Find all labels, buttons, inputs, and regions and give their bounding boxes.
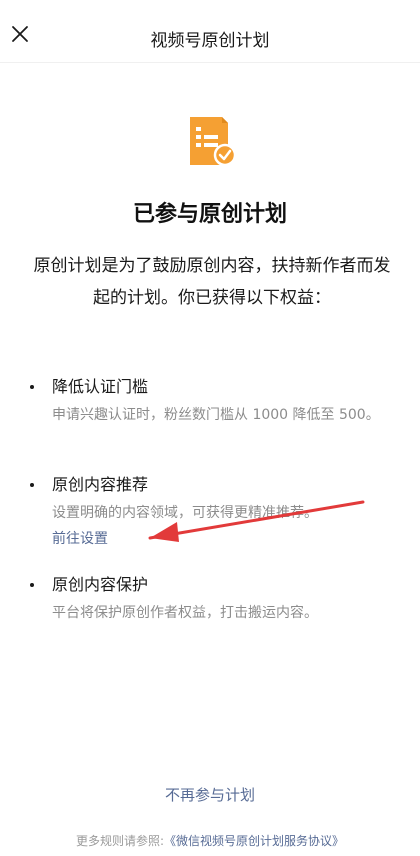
annotation-arrow-icon bbox=[148, 500, 365, 542]
benefit-title: 原创内容保护 bbox=[52, 575, 149, 594]
go-to-settings-link[interactable]: 前往设置 bbox=[52, 528, 108, 550]
footer-prefix: 更多规则请参照: bbox=[75, 834, 165, 848]
benefit-title: 原创内容推荐 bbox=[52, 475, 149, 494]
intro-text: 原创计划是为了鼓励原创内容，扶持新作者而发起的计划。你已获得以下权益： bbox=[33, 256, 391, 308]
original-certificate-icon bbox=[190, 117, 237, 167]
bullet-dot bbox=[30, 583, 34, 587]
benefit-description: 平台将保护原创作者权益，打击搬运内容。 bbox=[52, 605, 318, 621]
benefit-description: 申请兴趣认证时，粉丝数门槛从 1000 降低至 500。 bbox=[52, 407, 380, 423]
page-title: 视频号原创计划 bbox=[150, 31, 270, 51]
bullet-dot bbox=[30, 483, 34, 487]
quit-plan-button[interactable]: 不再参与计划 bbox=[0, 784, 420, 805]
header-divider bbox=[0, 62, 420, 63]
footer-rules: 更多规则请参照:《微信视频号原创计划服务协议》 bbox=[0, 832, 420, 849]
bullet-dot bbox=[30, 385, 34, 389]
benefit-title: 降低认证门槛 bbox=[52, 377, 149, 396]
status-heading: 已参与原创计划 bbox=[132, 202, 287, 227]
service-agreement-link[interactable]: 《微信视频号原创计划服务协议》 bbox=[164, 834, 344, 848]
header-bar: 视频号原创计划 bbox=[0, 0, 420, 76]
